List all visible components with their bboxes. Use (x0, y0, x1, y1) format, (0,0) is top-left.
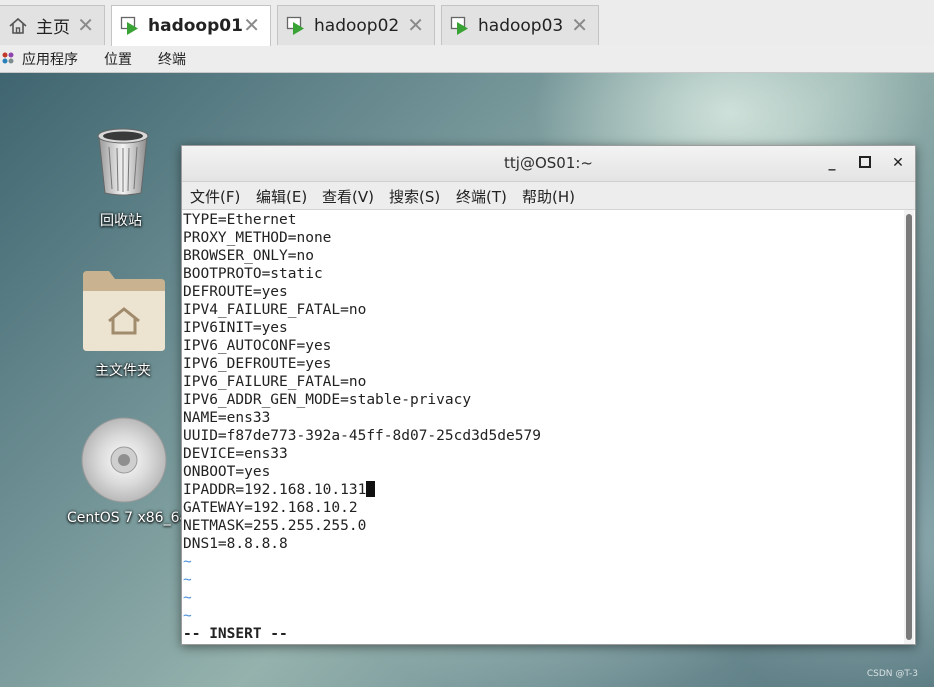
terminal-line: NAME=ens33 (183, 410, 271, 426)
tab-hadoop01[interactable]: hadoop01 ✕ (111, 5, 271, 46)
optical-disc-icon (81, 417, 167, 503)
maximize-icon (859, 156, 871, 168)
close-icon[interactable]: ✕ (407, 15, 424, 35)
vim-empty-line-marker: ~ (183, 572, 192, 588)
tab-label: hadoop02 (314, 15, 400, 36)
home-folder-icon (83, 271, 165, 351)
terminal-line: IPV6_FAILURE_FATAL=no (183, 374, 367, 390)
terminal-line: DEFROUTE=yes (183, 284, 288, 300)
menu-edit[interactable]: 编辑(E) (256, 186, 307, 207)
terminal-line-active: IPADDR=192.168.10.131 (183, 481, 376, 499)
cdrom-desktop-icon[interactable] (80, 416, 168, 508)
terminal-line: DEVICE=ens33 (183, 446, 288, 462)
scrollbar[interactable] (904, 210, 914, 644)
terminal-line: UUID=f87de773-392a-45ff-8d07-25cd3d5de57… (183, 428, 541, 444)
menu-view[interactable]: 查看(V) (322, 186, 374, 207)
trash-icon (97, 128, 149, 196)
vim-empty-line-marker: ~ (183, 590, 192, 606)
desktop-icon-label: CentOS 7 x86_64 (67, 510, 189, 526)
vm-play-icon (120, 16, 138, 35)
vim-empty-line-marker: ~ (183, 608, 192, 624)
terminal-line: ONBOOT=yes (183, 464, 271, 480)
terminal-line: TYPE=Ethernet (183, 212, 297, 228)
desktop-icon-label: 回收站 (100, 213, 142, 229)
text-cursor (366, 481, 376, 497)
tab-label: hadoop03 (478, 15, 564, 36)
home-icon (9, 17, 27, 34)
gnome-top-bar: 应用程序 位置 终端 (0, 46, 934, 73)
terminal-menubar: 文件(F) 编辑(E) 查看(V) 搜索(S) 终端(T) 帮助(H) (182, 182, 915, 210)
close-button[interactable]: ✕ (888, 153, 908, 173)
vim-empty-line-marker: ~ (183, 554, 192, 570)
menu-file[interactable]: 文件(F) (190, 186, 240, 207)
terminal-line: IPV6_DEFROUTE=yes (183, 356, 332, 372)
terminal-line: BOOTPROTO=static (183, 266, 323, 282)
terminal-line: GATEWAY=192.168.10.2 (183, 500, 358, 516)
minimize-button[interactable]: _ (822, 153, 842, 173)
terminal-menu[interactable]: 终端 (158, 49, 186, 69)
close-icon[interactable]: ✕ (77, 15, 94, 35)
tab-label: 主页 (36, 18, 70, 38)
gnome-foot-icon (2, 52, 14, 64)
menu-search[interactable]: 搜索(S) (389, 186, 440, 207)
close-icon[interactable]: ✕ (243, 15, 260, 35)
terminal-line: DNS1=8.8.8.8 (183, 536, 288, 552)
window-title: ttj@OS01:~ (504, 154, 593, 172)
home-folder-desktop-icon[interactable] (81, 269, 167, 357)
desktop-icon-label: 主文件夹 (95, 363, 151, 379)
terminal-line: PROXY_METHOD=none (183, 230, 332, 246)
applications-menu[interactable]: 应用程序 (22, 49, 78, 69)
tab-label: hadoop01 (148, 16, 243, 36)
vm-tab-bar: 主页 ✕ hadoop01 ✕ hadoop02 ✕ hadoop03 ✕ (0, 0, 934, 47)
tab-hadoop02[interactable]: hadoop02 ✕ (277, 5, 435, 45)
places-menu[interactable]: 位置 (104, 49, 132, 69)
maximize-button[interactable] (855, 153, 875, 173)
terminal-line: NETMASK=255.255.255.0 (183, 518, 367, 534)
terminal-window[interactable]: ttj@OS01:~ _ ✕ 文件(F) 编辑(E) 查看(V) 搜索(S) 终… (181, 145, 916, 645)
terminal-line: IPV6_AUTOCONF=yes (183, 338, 332, 354)
trash-desktop-icon[interactable] (93, 125, 153, 201)
tab-hadoop03[interactable]: hadoop03 ✕ (441, 5, 599, 45)
menu-terminal[interactable]: 终端(T) (456, 186, 507, 207)
scrollbar-thumb[interactable] (906, 214, 912, 640)
terminal-line: BROWSER_ONLY=no (183, 248, 314, 264)
terminal-line: IPV6INIT=yes (183, 320, 288, 336)
terminal-line: IPV4_FAILURE_FATAL=no (183, 302, 367, 318)
window-titlebar[interactable]: ttj@OS01:~ _ ✕ (182, 146, 915, 182)
terminal-line-text: IPADDR=192.168.10.131 (183, 482, 367, 498)
vim-mode-indicator: -- INSERT -- (183, 626, 288, 642)
close-icon[interactable]: ✕ (571, 15, 588, 35)
watermark: CSDN @T-3 (866, 669, 918, 679)
menu-help[interactable]: 帮助(H) (522, 186, 575, 207)
terminal-text-area[interactable]: TYPE=Ethernet PROXY_METHOD=none BROWSER_… (183, 210, 902, 644)
vm-play-icon (286, 16, 304, 35)
terminal-line: IPV6_ADDR_GEN_MODE=stable-privacy (183, 392, 472, 408)
vm-play-icon (450, 16, 468, 35)
tab-home[interactable]: 主页 ✕ (0, 5, 105, 45)
